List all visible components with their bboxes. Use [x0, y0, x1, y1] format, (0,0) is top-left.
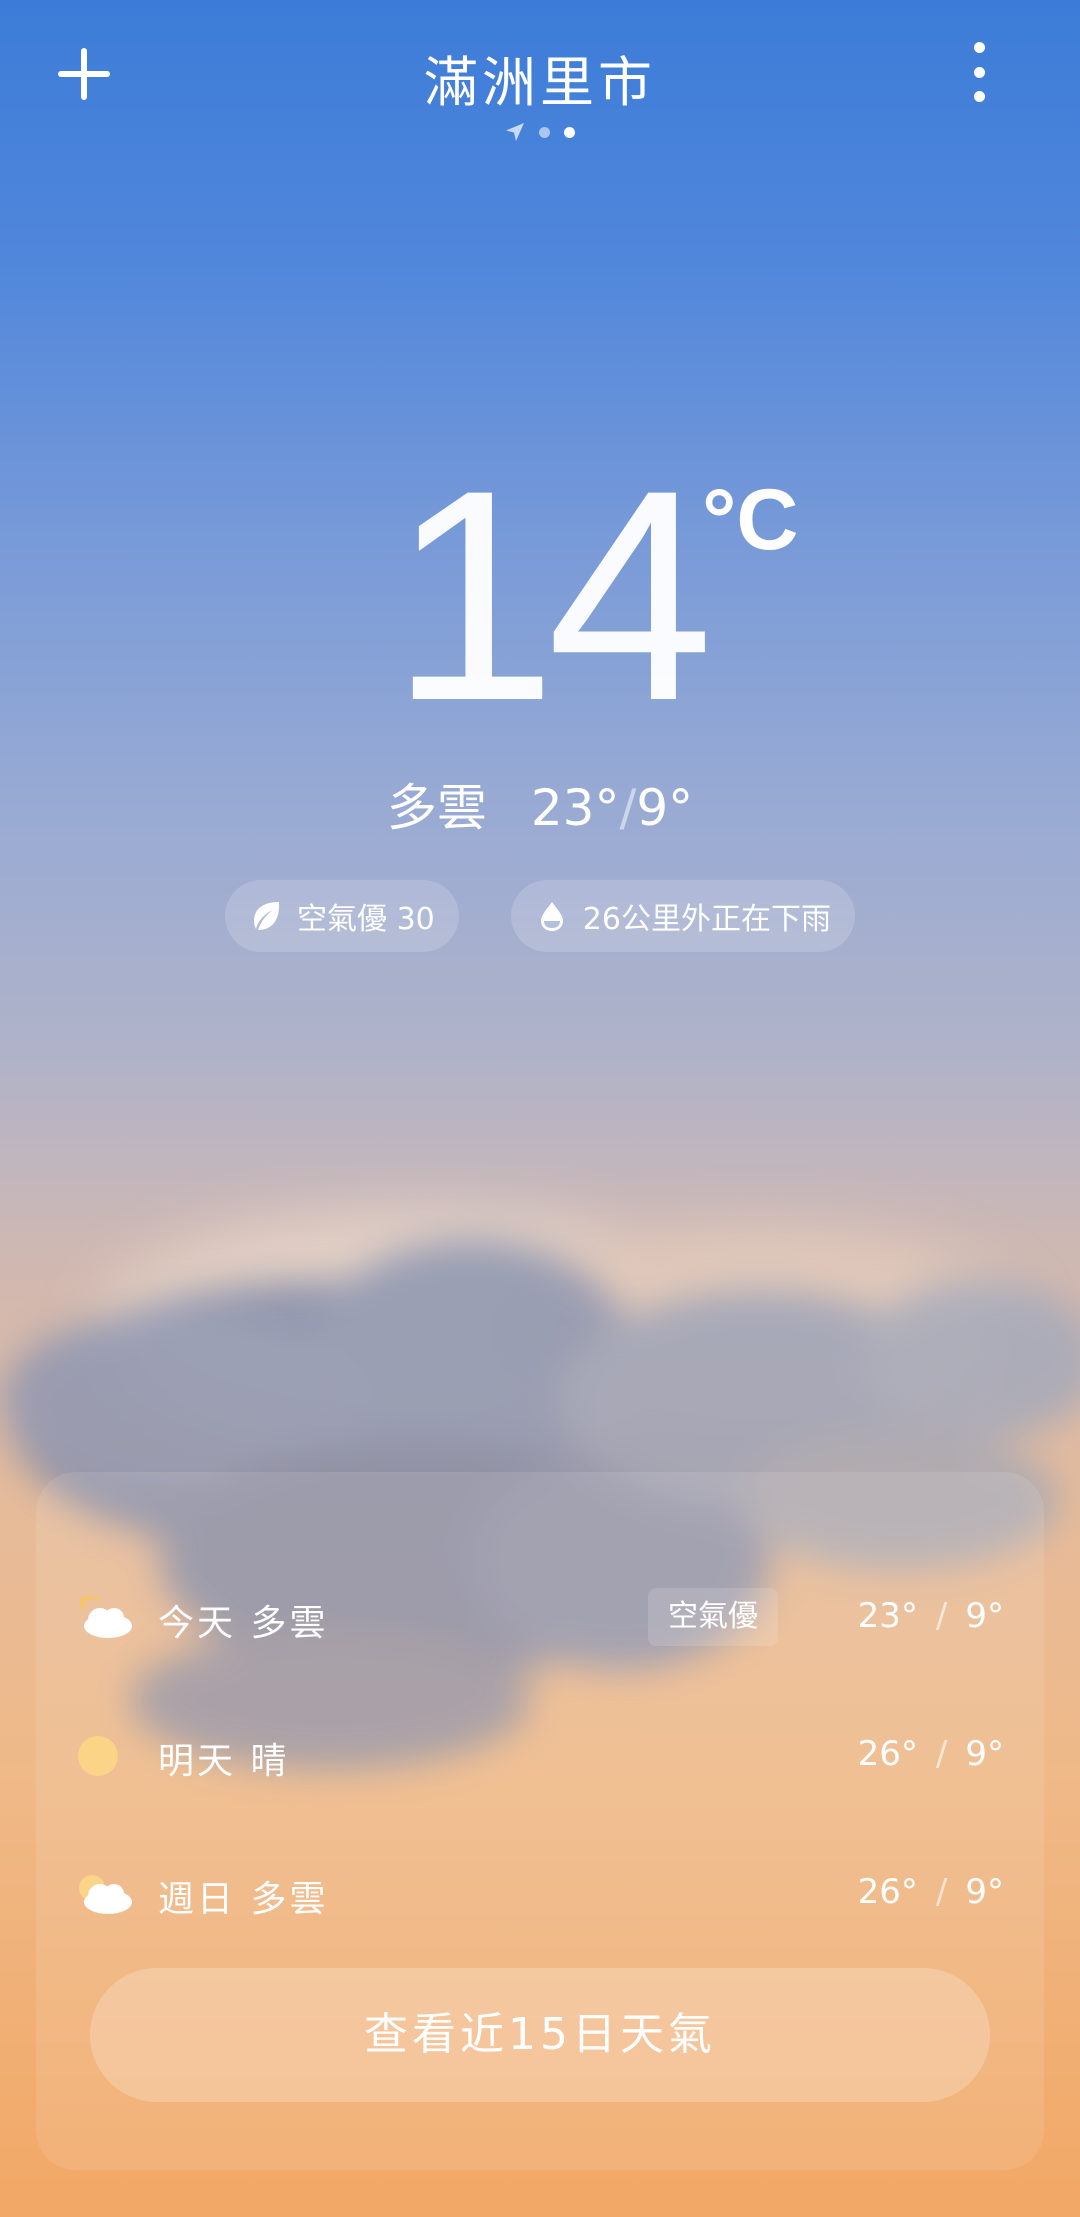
forecast-row-sunday[interactable]: 週日 多雲 26° / 9°	[36, 1852, 1044, 1932]
forecast-high: 26°	[857, 1734, 918, 1774]
page-dot	[539, 126, 550, 138]
forecast-day-label: 今天 多雲	[158, 1603, 329, 1644]
current-condition-line: 多雲 23°/9°	[0, 768, 1080, 840]
page-dot-active	[564, 126, 575, 138]
temperature-value: 14	[390, 427, 714, 763]
partly-cloudy-icon	[79, 1875, 132, 1914]
temp-separator: /	[935, 1596, 948, 1636]
air-quality-chip[interactable]: 空氣優 30	[225, 880, 459, 952]
forecast-low: 9°	[965, 1872, 1004, 1912]
forecast-low: 9°	[965, 1734, 1004, 1774]
view-15-day-forecast-button[interactable]: 查看近15日天氣	[90, 1968, 990, 2102]
forecast-high: 23°	[857, 1596, 918, 1636]
top-bar: 滿洲里市	[0, 0, 1080, 170]
forecast-temps: 26° / 9°	[858, 1734, 1004, 1774]
forecast-row-tomorrow[interactable]: 明天 晴 26° / 9°	[36, 1714, 1044, 1794]
low-temp: 9°	[636, 779, 694, 837]
forecast-high: 26°	[857, 1872, 918, 1912]
condition-text: 多雲	[386, 779, 487, 837]
forecast-day-label: 明天 晴	[158, 1741, 290, 1782]
more-dot	[973, 42, 985, 53]
forecast-day-label: 週日 多雲	[158, 1879, 329, 1920]
raindrop-icon	[540, 902, 563, 931]
more-dot	[973, 66, 985, 78]
sun-icon	[78, 1736, 118, 1776]
high-temp: 23°	[530, 779, 620, 837]
forecast-low: 9°	[965, 1596, 1004, 1636]
forecast-temps: 26° / 9°	[858, 1872, 1004, 1912]
page-indicator	[0, 122, 1080, 142]
forecast-card: 今天 多雲 空氣優 23° / 9° 明天 晴 26° / 9° 週日 多雲 2…	[36, 1472, 1044, 2170]
temperature-unit: °C	[702, 472, 799, 568]
more-options-button[interactable]	[962, 42, 996, 102]
leaf-icon	[254, 902, 280, 930]
air-quality-badge: 空氣優	[648, 1588, 778, 1646]
air-quality-text: 空氣優 30	[297, 902, 435, 937]
forecast-temps: 23° / 9°	[858, 1596, 1004, 1636]
location-arrow-icon	[506, 123, 524, 141]
current-temperature: 14 °C	[0, 440, 1080, 750]
temp-separator: /	[619, 779, 637, 837]
temp-separator: /	[935, 1734, 948, 1774]
temp-separator: /	[935, 1872, 948, 1912]
rain-alert-text: 26公里外正在下雨	[582, 902, 831, 937]
more-dot	[973, 91, 985, 102]
city-title[interactable]: 滿洲里市	[0, 38, 1080, 117]
partly-cloudy-night-icon	[80, 1596, 132, 1638]
forecast-row-today[interactable]: 今天 多雲 空氣優 23° / 9°	[36, 1576, 1044, 1656]
info-chips: 空氣優 30 26公里外正在下雨	[0, 880, 1080, 952]
rain-alert-chip[interactable]: 26公里外正在下雨	[510, 880, 855, 952]
